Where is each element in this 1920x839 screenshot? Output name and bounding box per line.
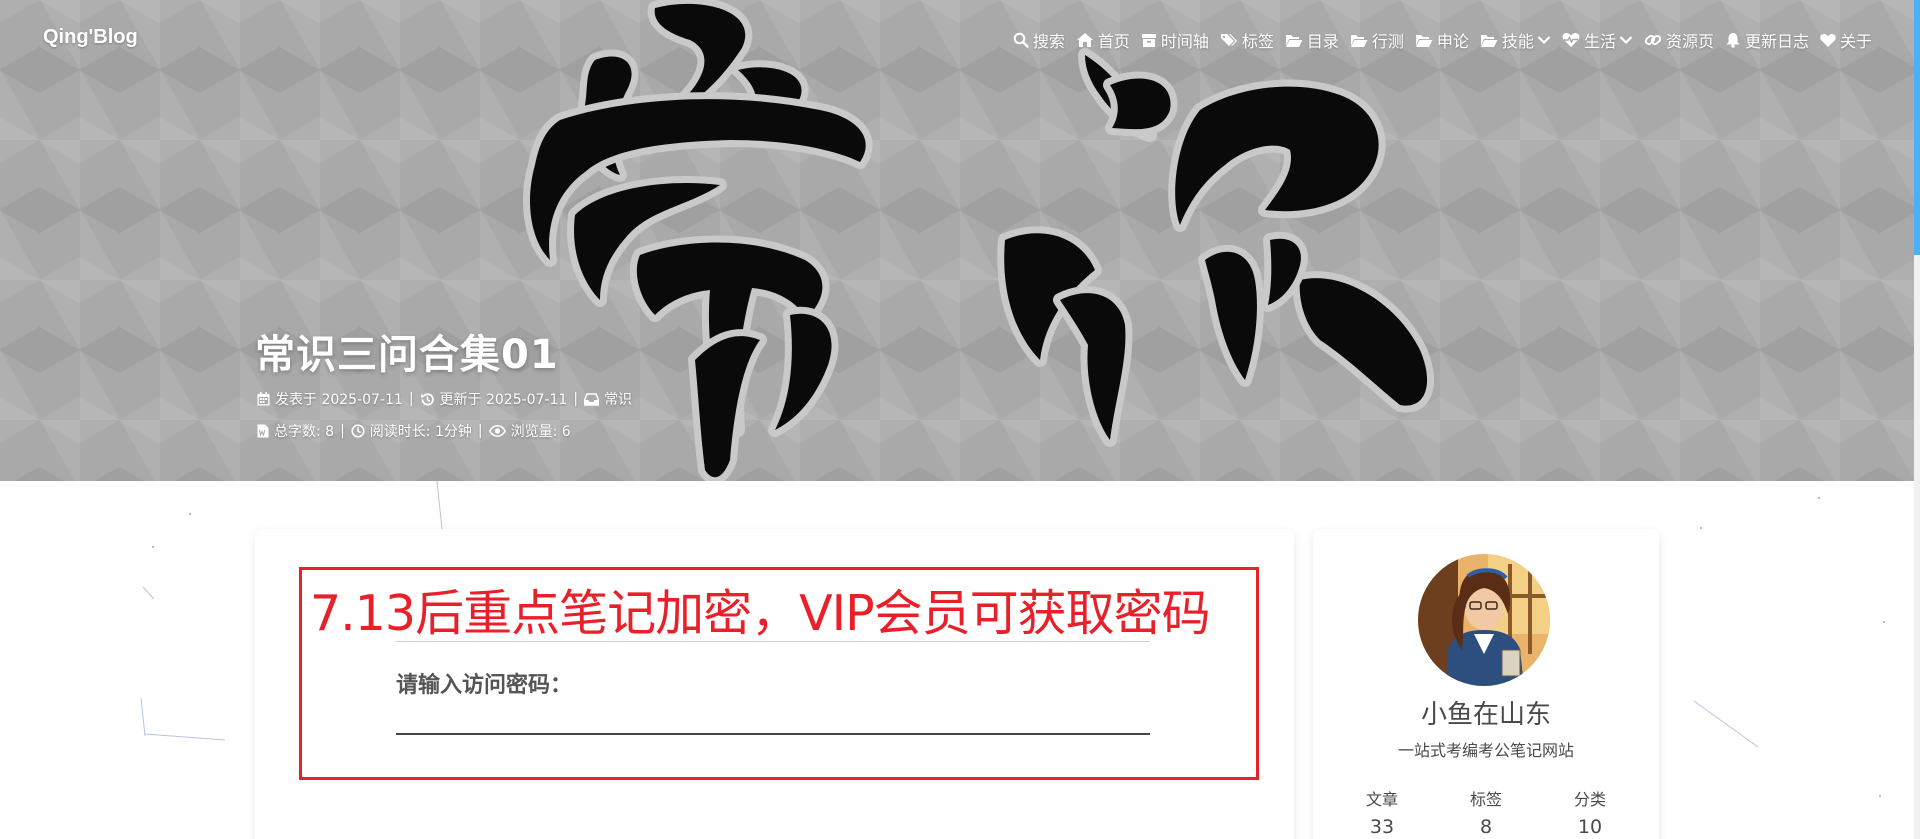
author-stats: 文章 33 标签 8 分类 10	[1337, 786, 1635, 838]
calendar-icon	[257, 392, 270, 406]
author-description: 一站式考编考公笔记网站	[1397, 741, 1574, 760]
meta-separator: |	[477, 423, 483, 439]
nav-item-catalog[interactable]: 目录	[1285, 28, 1339, 52]
file-word-icon	[257, 424, 269, 438]
nav-item-label: 行测	[1371, 32, 1404, 51]
nav-item-label: 生活	[1583, 32, 1616, 51]
nav-item-shenlun[interactable]: 申论	[1415, 28, 1469, 52]
search-icon	[1013, 32, 1029, 48]
post-title: 常识三问合集01	[255, 332, 559, 378]
folder-open-icon	[1285, 34, 1303, 47]
folder-open-icon	[1415, 34, 1433, 47]
chevron-down-icon	[1537, 36, 1551, 45]
avatar[interactable]	[1418, 554, 1550, 686]
heartbeat-icon	[1562, 33, 1580, 47]
read-time: 阅读时长: 1分钟	[351, 421, 472, 441]
stat-label: 文章	[1365, 790, 1398, 809]
nav-item-skills[interactable]: 技能	[1480, 28, 1551, 52]
view-count: 浏览量: 6	[488, 421, 571, 441]
bell-icon	[1726, 33, 1740, 48]
chevron-down-icon	[1619, 36, 1633, 45]
read-time-label: 阅读时长: 1分钟	[369, 424, 472, 440]
published-label: 发表于 2025-07-11	[275, 392, 403, 408]
post-category-link[interactable]: 常识	[584, 389, 632, 409]
stat-label: 分类	[1573, 790, 1606, 809]
nav-item-life[interactable]: 生活	[1562, 28, 1633, 52]
stat-value: 10	[1577, 816, 1603, 838]
password-input[interactable]	[396, 701, 1150, 735]
nav-item-label: 更新日志	[1744, 32, 1809, 51]
meta-separator: |	[408, 391, 414, 407]
post-meta-row-1: 发表于 2025-07-11 | 更新于 2025-07-11 | 常识	[257, 389, 632, 409]
nav-item-label: 申论	[1436, 32, 1469, 51]
nav-item-about[interactable]: 关于	[1820, 28, 1872, 52]
meta-separator: |	[573, 391, 579, 407]
nav-item-search[interactable]: 搜索	[1013, 28, 1065, 52]
nav-item-label: 标签	[1241, 32, 1274, 51]
eye-icon	[488, 425, 506, 437]
stat-articles[interactable]: 文章 33	[1337, 786, 1427, 838]
nav-item-label: 技能	[1501, 32, 1534, 51]
stat-tags[interactable]: 标签 8	[1441, 786, 1531, 838]
encryption-notice: 7.13后重点笔记加密，VIP会员可获取密码	[310, 585, 1211, 642]
updated-label: 更新于 2025-07-11	[439, 392, 568, 408]
stat-value: 33	[1369, 816, 1395, 838]
notice-divider	[396, 641, 1150, 642]
views-label: 浏览量: 6	[510, 424, 571, 440]
main-nav: 搜索 首页 时间轴 标签 目录 行测 申论 技能 生活 资源页 更新日志 关于	[1002, 28, 1872, 52]
nav-item-label: 时间轴	[1160, 32, 1209, 51]
nav-item-home[interactable]: 首页	[1076, 28, 1130, 52]
site-logo[interactable]: Qing'Blog	[43, 26, 138, 49]
history-icon	[420, 392, 434, 405]
nav-item-label: 资源页	[1665, 32, 1714, 51]
word-count-label: 总字数: 8	[274, 424, 335, 440]
tags-icon	[1220, 34, 1237, 46]
archive-icon	[1141, 34, 1156, 47]
stat-label: 标签	[1469, 790, 1502, 809]
published-date: 发表于 2025-07-11	[257, 389, 403, 409]
stat-categories[interactable]: 分类 10	[1545, 786, 1635, 838]
scrollbar-thumb[interactable]	[1914, 0, 1920, 255]
author-name: 小鱼在山东	[1420, 700, 1551, 730]
nav-item-label: 首页	[1097, 32, 1130, 51]
nav-item-label: 关于	[1839, 32, 1872, 51]
nav-item-changelog[interactable]: 更新日志	[1725, 28, 1809, 52]
nav-item-resources[interactable]: 资源页	[1644, 28, 1714, 52]
inbox-icon	[584, 392, 600, 406]
link-icon	[1644, 35, 1662, 45]
heart-icon	[1820, 33, 1836, 47]
password-label: 请输入访问密码：	[396, 673, 573, 698]
post-content-card: 7.13后重点笔记加密，VIP会员可获取密码 请输入访问密码：	[255, 529, 1294, 839]
page-scrollbar[interactable]	[1914, 0, 1920, 839]
home-icon	[1076, 33, 1093, 47]
encryption-notice-box: 7.13后重点笔记加密，VIP会员可获取密码 请输入访问密码：	[299, 567, 1259, 780]
author-info-card: 小鱼在山东 一站式考编考公笔记网站 文章 33 标签 8 分类 10	[1313, 529, 1659, 839]
folder-open-icon	[1480, 34, 1498, 47]
stat-value: 8	[1479, 816, 1493, 838]
avatar-image	[1418, 554, 1550, 686]
category-label: 常识	[604, 392, 633, 408]
hero-banner: Qing'Blog 搜索 首页 时间轴 标签 目录 行测 申论 技能 生活 资源…	[0, 0, 1914, 481]
meta-separator: |	[340, 423, 345, 439]
folder-open-icon	[1350, 34, 1368, 47]
updated-date: 更新于 2025-07-11	[420, 389, 568, 409]
nav-item-xingce[interactable]: 行测	[1350, 28, 1404, 52]
nav-item-tags[interactable]: 标签	[1220, 28, 1274, 52]
word-count: 总字数: 8	[257, 421, 334, 441]
clock-icon	[351, 424, 365, 438]
nav-item-label: 搜索	[1032, 32, 1065, 51]
nav-item-label: 目录	[1306, 32, 1339, 51]
post-meta-row-2: 总字数: 8 | 阅读时长: 1分钟 | 浏览量: 6	[257, 421, 571, 441]
nav-item-timeline[interactable]: 时间轴	[1141, 28, 1209, 52]
